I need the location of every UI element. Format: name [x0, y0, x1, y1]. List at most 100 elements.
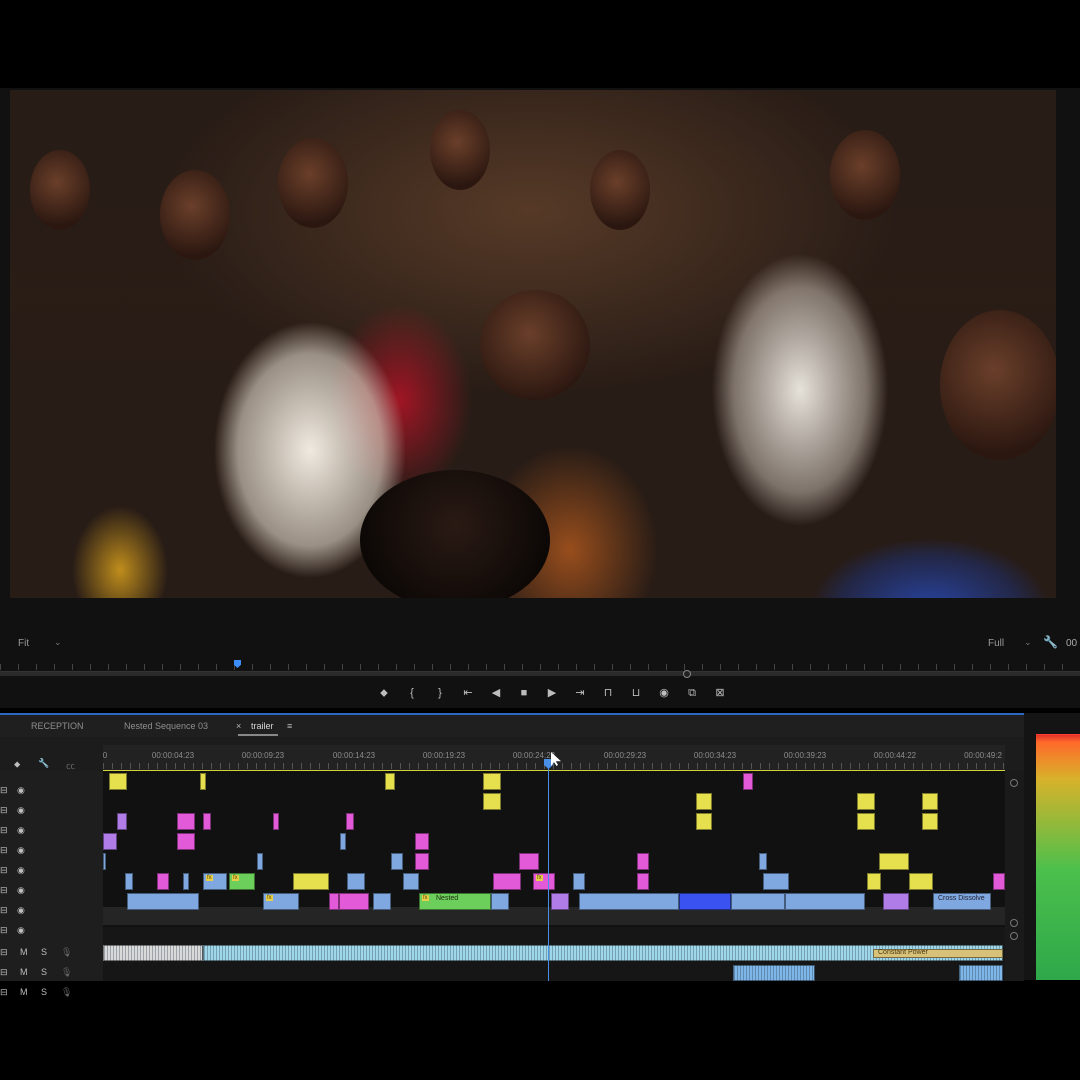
stop-icon[interactable]: ■ — [510, 684, 538, 702]
video-clip[interactable]: fx Nested — [419, 893, 491, 910]
video-clip[interactable]: fx — [203, 873, 227, 890]
track-lock-icon[interactable]: ⊟ — [0, 885, 8, 896]
video-clip[interactable] — [519, 853, 539, 870]
track-lock-icon[interactable]: ⊟ — [0, 947, 8, 958]
video-clip[interactable] — [785, 893, 865, 910]
video-clip[interactable] — [879, 853, 909, 870]
audio-clip[interactable] — [103, 945, 203, 961]
track-lock-icon[interactable]: ⊟ — [0, 905, 8, 916]
extract-icon[interactable]: ⊔ — [622, 684, 650, 702]
track-lock-icon[interactable]: ⊟ — [0, 967, 8, 978]
tab-reception[interactable]: RECEPTION — [31, 721, 84, 731]
overwrite-icon[interactable]: ⊠ — [706, 684, 734, 702]
video-clip[interactable] — [763, 873, 789, 890]
video-clip[interactable] — [679, 893, 731, 910]
tab-nested-sequence-03[interactable]: Nested Sequence 03 — [124, 721, 208, 731]
microphone-icon[interactable]: 🎙 — [61, 967, 72, 978]
mark-out-icon[interactable]: } — [426, 684, 454, 702]
solo-toggle[interactable]: S — [41, 947, 47, 957]
wrench-icon[interactable]: 🔧 — [38, 758, 49, 769]
monitor-zoom-scrollbar[interactable] — [0, 672, 1080, 676]
video-clip[interactable] — [109, 773, 127, 790]
video-frame[interactable] — [10, 90, 1056, 598]
track-lock-icon[interactable]: ⊟ — [0, 865, 8, 876]
eye-icon[interactable]: ◉ — [17, 865, 25, 876]
eye-icon[interactable]: ◉ — [17, 885, 25, 896]
video-clip[interactable] — [391, 853, 403, 870]
video-clip[interactable] — [637, 853, 649, 870]
go-to-in-icon[interactable]: ⇤ — [454, 684, 482, 702]
track-lock-icon[interactable]: ⊟ — [0, 987, 8, 998]
tab-trailer[interactable]: trailer — [251, 721, 274, 731]
mute-toggle[interactable]: M — [20, 987, 28, 997]
step-back-icon[interactable]: ◀ — [482, 684, 510, 702]
video-clip[interactable] — [346, 813, 354, 830]
video-clip[interactable] — [103, 853, 106, 870]
video-clip[interactable] — [103, 833, 117, 850]
track-lock-icon[interactable]: ⊟ — [0, 925, 8, 936]
video-clip[interactable] — [329, 893, 339, 910]
video-clip[interactable] — [339, 893, 369, 910]
marker-icon[interactable]: ⬥ — [370, 684, 398, 702]
solo-toggle[interactable]: S — [41, 967, 47, 977]
microphone-icon[interactable]: 🎙 — [61, 947, 72, 958]
video-clip[interactable] — [922, 813, 938, 830]
video-clip[interactable] — [483, 773, 501, 790]
zoom-level-select[interactable]: Fit — [18, 638, 29, 649]
video-clip[interactable] — [867, 873, 881, 890]
video-clip[interactable]: fx — [229, 873, 255, 890]
video-clip[interactable] — [731, 893, 785, 910]
scroll-handle[interactable] — [1010, 919, 1018, 927]
video-clip[interactable] — [177, 833, 195, 850]
video-clip[interactable] — [573, 873, 585, 890]
video-clip[interactable] — [127, 893, 199, 910]
audio-clip[interactable] — [733, 965, 815, 981]
video-clip[interactable] — [157, 873, 169, 890]
mute-toggle[interactable]: M — [20, 947, 28, 957]
video-clip[interactable] — [696, 793, 712, 810]
video-clip[interactable] — [203, 813, 211, 830]
track-lock-icon[interactable]: ⊟ — [0, 785, 8, 796]
scroll-handle[interactable] — [1010, 779, 1018, 787]
play-icon[interactable]: ▶ — [538, 684, 566, 702]
panel-menu-icon[interactable]: ≡ — [287, 721, 292, 731]
eye-icon[interactable]: ◉ — [17, 825, 25, 836]
monitor-time-ruler[interactable] — [0, 658, 1080, 672]
solo-toggle[interactable]: S — [41, 987, 47, 997]
video-clip[interactable] — [993, 873, 1005, 890]
video-clip[interactable] — [483, 793, 501, 810]
go-to-out-icon[interactable]: ⇥ — [566, 684, 594, 702]
video-clip[interactable] — [293, 873, 329, 890]
insert-icon[interactable]: ⧉ — [678, 684, 706, 702]
video-clip[interactable] — [883, 893, 909, 910]
video-clip[interactable] — [743, 773, 753, 790]
video-clip[interactable] — [909, 873, 933, 890]
video-clip[interactable] — [415, 853, 429, 870]
video-clip[interactable] — [117, 813, 127, 830]
video-clip[interactable] — [125, 873, 133, 890]
video-clip[interactable] — [493, 873, 521, 890]
playhead-line[interactable] — [548, 759, 549, 981]
video-clip[interactable] — [637, 873, 649, 890]
lift-icon[interactable]: ⊓ — [594, 684, 622, 702]
track-lock-icon[interactable]: ⊟ — [0, 845, 8, 856]
eye-icon[interactable]: ◉ — [17, 785, 25, 796]
video-clip[interactable] — [273, 813, 279, 830]
close-icon[interactable]: × — [236, 721, 241, 731]
eye-icon[interactable]: ◉ — [17, 805, 25, 816]
eye-icon[interactable]: ◉ — [17, 845, 25, 856]
zoom-scrollbar-handle[interactable] — [683, 670, 691, 678]
video-clip[interactable] — [857, 813, 875, 830]
snap-icon[interactable]: ⬥ — [14, 759, 20, 770]
video-clip[interactable] — [551, 893, 569, 910]
video-clip[interactable] — [415, 833, 429, 850]
video-clip[interactable] — [340, 833, 346, 850]
video-clip[interactable] — [183, 873, 189, 890]
resolution-select[interactable]: Full — [988, 638, 1004, 649]
video-clip[interactable]: fx — [533, 873, 555, 890]
video-clip[interactable] — [696, 813, 712, 830]
wrench-icon[interactable]: 🔧 — [1043, 635, 1058, 649]
video-clip[interactable] — [200, 773, 206, 790]
video-clip[interactable] — [403, 873, 419, 890]
chevron-down-icon[interactable]: ⌄ — [54, 637, 62, 648]
